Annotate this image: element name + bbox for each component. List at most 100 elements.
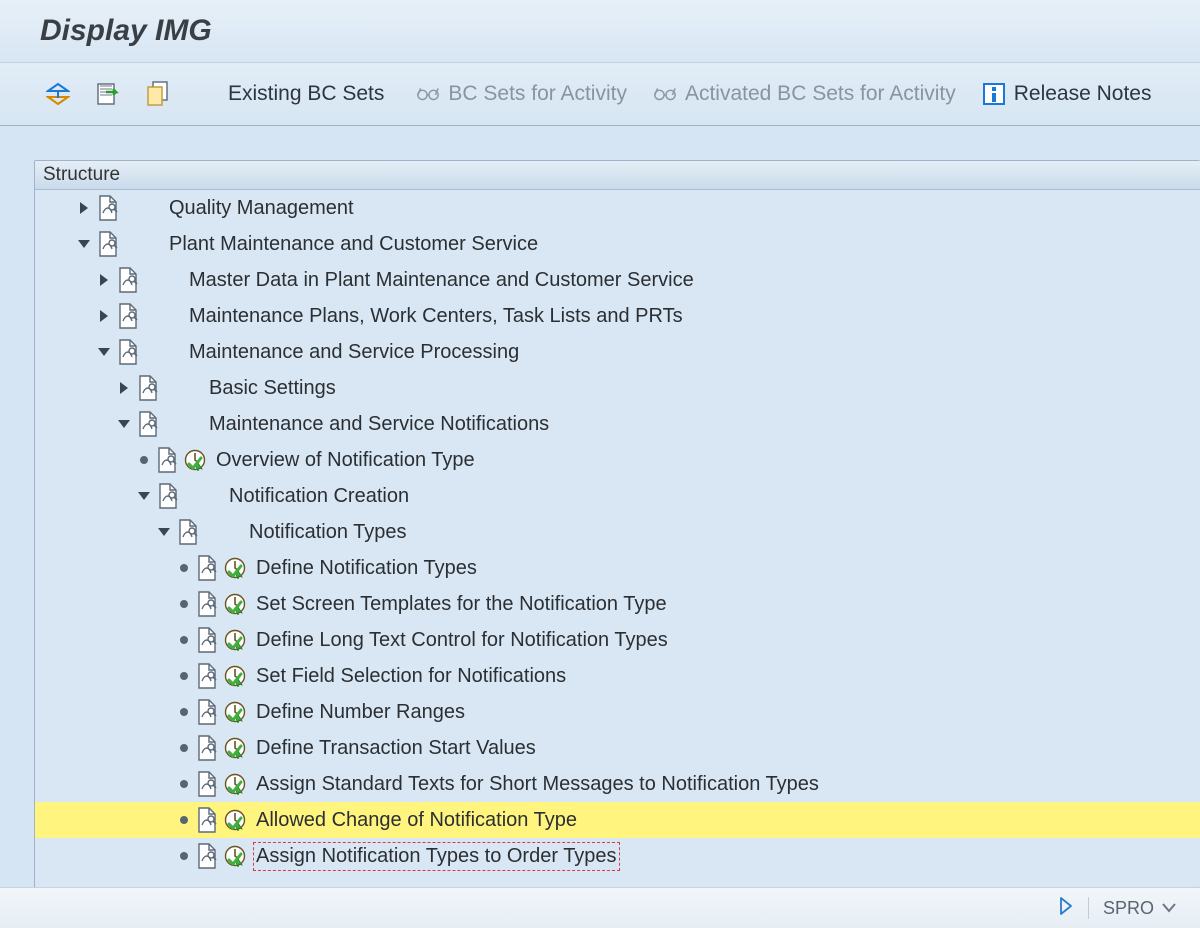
collapse-toggle[interactable]	[117, 417, 131, 431]
execute-activity-icon[interactable]	[224, 701, 246, 723]
expand-collapse-button[interactable]	[40, 78, 76, 110]
status-tcode-label: SPRO	[1103, 898, 1154, 919]
execute-activity-icon[interactable]	[224, 737, 246, 759]
execute-activity-icon[interactable]	[224, 773, 246, 795]
doc-icon	[177, 519, 199, 545]
tree-node-label: Define Number Ranges	[256, 701, 465, 724]
doc-icon	[137, 375, 159, 401]
bc-sets-activity-label: BC Sets for Activity	[448, 82, 627, 106]
execute-activity-icon[interactable]	[224, 665, 246, 687]
tree-node-define-number-ranges[interactable]: Define Number Ranges	[35, 694, 1200, 730]
tree-node-label: Notification Creation	[229, 485, 409, 508]
expand-toggle[interactable]	[77, 201, 91, 215]
expand-toggle[interactable]	[97, 309, 111, 323]
doc-icon	[196, 843, 218, 869]
doc-icon	[196, 771, 218, 797]
doc-icon	[157, 483, 179, 509]
release-notes-button[interactable]: Release Notes	[976, 78, 1158, 110]
tree-node-master-data[interactable]: Master Data in Plant Maintenance and Cus…	[35, 262, 1200, 298]
doc-icon	[97, 231, 119, 257]
tree-node-label: Maintenance Plans, Work Centers, Task Li…	[189, 305, 683, 328]
tree-node-allowed-change-notification-type[interactable]: Allowed Change of Notification Type	[35, 802, 1200, 838]
tree-node-label: Define Notification Types	[256, 557, 477, 580]
expand-toggle[interactable]	[97, 273, 111, 287]
doc-icon	[156, 447, 178, 473]
expand-toggle[interactable]	[117, 381, 131, 395]
existing-bc-sets-label: Existing BC Sets	[228, 82, 384, 106]
doc-icon	[196, 699, 218, 725]
tree-node-plant-maintenance[interactable]: Plant Maintenance and Customer Service	[35, 226, 1200, 262]
doc-icon	[196, 663, 218, 689]
glasses-icon	[653, 82, 677, 106]
toolbar: Existing BC Sets BC Sets for Activity Ac…	[0, 63, 1200, 126]
chevron-down-icon	[1162, 903, 1176, 913]
tree-header: Structure	[35, 161, 1200, 190]
tree-node-label: Define Transaction Start Values	[256, 737, 536, 760]
tree-node-label: Plant Maintenance and Customer Service	[169, 233, 538, 256]
glasses-icon	[416, 82, 440, 106]
import-project-icon	[96, 82, 120, 106]
collapse-toggle[interactable]	[157, 525, 171, 539]
tree-node-assign-standard-texts[interactable]: Assign Standard Texts for Short Messages…	[35, 766, 1200, 802]
doc-icon	[97, 195, 119, 221]
tree-node-assign-notification-to-order[interactable]: Assign Notification Types to Order Types	[35, 838, 1200, 874]
execute-activity-icon[interactable]	[224, 629, 246, 651]
tree-node-set-field-selection[interactable]: Set Field Selection for Notifications	[35, 658, 1200, 694]
tree-node-overview-notification-type[interactable]: Overview of Notification Type	[35, 442, 1200, 478]
tree-node-quality-management[interactable]: Quality Management	[35, 190, 1200, 226]
bc-sets-activity-button[interactable]: BC Sets for Activity	[410, 78, 633, 110]
collapse-toggle[interactable]	[97, 345, 111, 359]
doc-icon	[196, 627, 218, 653]
tree-node-define-long-text-control[interactable]: Define Long Text Control for Notificatio…	[35, 622, 1200, 658]
tree-node-label: Set Field Selection for Notifications	[256, 665, 566, 688]
execute-activity-icon[interactable]	[224, 557, 246, 579]
doc-icon	[196, 807, 218, 833]
execute-activity-icon[interactable]	[224, 809, 246, 831]
leaf-bullet	[180, 852, 188, 860]
collapse-toggle[interactable]	[137, 489, 151, 503]
status-separator	[1088, 897, 1089, 919]
execute-activity-icon[interactable]	[184, 449, 206, 471]
tree-node-label: Overview of Notification Type	[216, 449, 475, 472]
copy-subtree-button[interactable]	[140, 78, 176, 110]
doc-icon	[117, 267, 139, 293]
tree-body[interactable]: Quality Management Plant Maintenance and…	[35, 190, 1200, 887]
activated-bc-sets-button[interactable]: Activated BC Sets for Activity	[647, 78, 962, 110]
collapse-toggle[interactable]	[77, 237, 91, 251]
tree-node-maintenance-plans[interactable]: Maintenance Plans, Work Centers, Task Li…	[35, 298, 1200, 334]
tree-node-label: Set Screen Templates for the Notificatio…	[256, 593, 667, 616]
leaf-bullet	[180, 780, 188, 788]
titlebar: Display IMG	[0, 0, 1200, 63]
tree-node-label: Assign Standard Texts for Short Messages…	[256, 773, 819, 796]
tree-node-notification-creation[interactable]: Notification Creation	[35, 478, 1200, 514]
expand-collapse-icon	[46, 82, 70, 106]
tree-node-label: Define Long Text Control for Notificatio…	[256, 629, 668, 652]
tree-node-maint-service-processing[interactable]: Maintenance and Service Processing	[35, 334, 1200, 370]
release-notes-label: Release Notes	[1014, 82, 1152, 106]
copy-doc-icon	[146, 82, 170, 106]
tree-node-notification-types[interactable]: Notification Types	[35, 514, 1200, 550]
tree-node-set-screen-templates[interactable]: Set Screen Templates for the Notificatio…	[35, 586, 1200, 622]
tree-node-basic-settings[interactable]: Basic Settings	[35, 370, 1200, 406]
session-play-icon[interactable]	[1058, 896, 1074, 921]
doc-icon	[196, 555, 218, 581]
leaf-bullet	[180, 600, 188, 608]
execute-activity-icon[interactable]	[224, 593, 246, 615]
leaf-bullet	[180, 744, 188, 752]
leaf-bullet	[180, 816, 188, 824]
tree-node-label: Master Data in Plant Maintenance and Cus…	[189, 269, 694, 292]
tree-node-define-notification-types[interactable]: Define Notification Types	[35, 550, 1200, 586]
status-tcode[interactable]: SPRO	[1103, 898, 1176, 919]
execute-activity-icon[interactable]	[224, 845, 246, 867]
app-root: Display IMG Existing BC Sets BC Sets for…	[0, 0, 1200, 928]
import-project-button[interactable]	[90, 78, 126, 110]
tree-node-maint-service-notifications[interactable]: Maintenance and Service Notifications	[35, 406, 1200, 442]
existing-bc-sets-button[interactable]: Existing BC Sets	[216, 78, 396, 110]
statusbar: SPRO	[0, 887, 1200, 928]
tree-node-label: Assign Notification Types to Order Types	[256, 845, 617, 868]
leaf-bullet	[180, 636, 188, 644]
info-icon	[982, 82, 1006, 106]
tree-node-label: Notification Types	[249, 521, 407, 544]
tree-node-label: Allowed Change of Notification Type	[256, 809, 577, 832]
tree-node-define-transaction-start[interactable]: Define Transaction Start Values	[35, 730, 1200, 766]
